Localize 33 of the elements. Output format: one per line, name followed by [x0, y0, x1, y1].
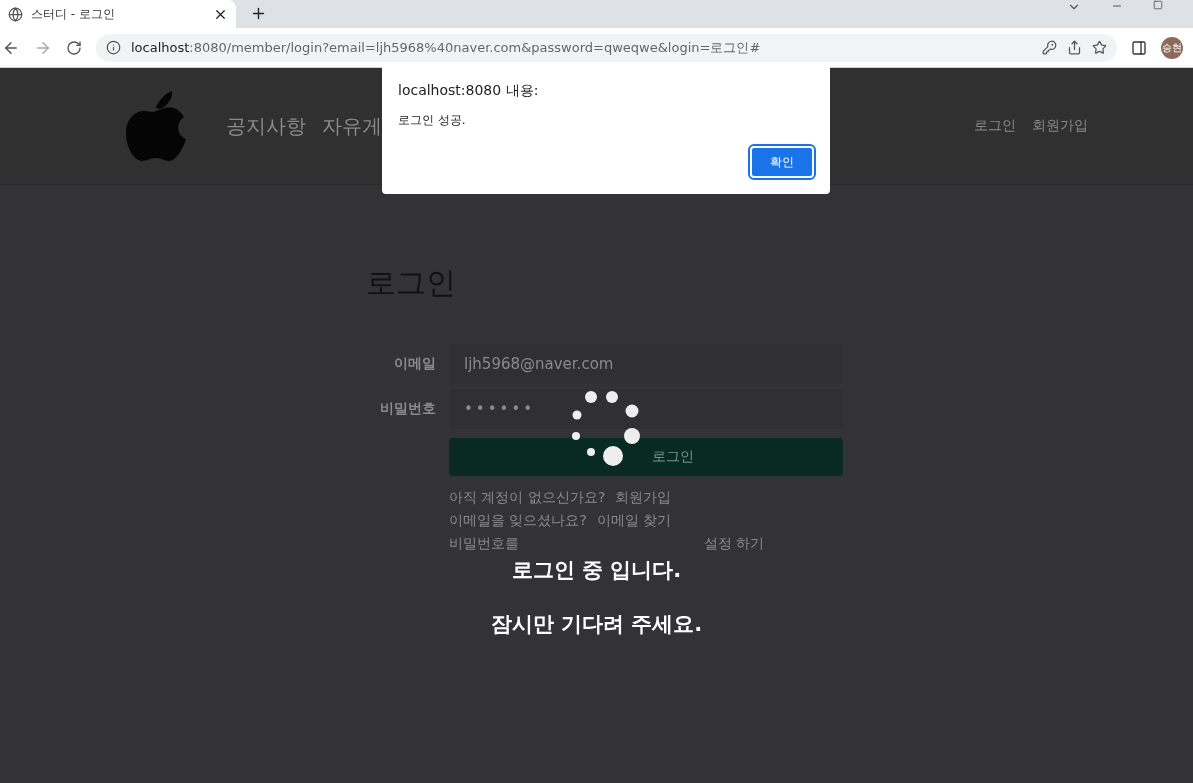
- share-icon[interactable]: [1067, 40, 1082, 55]
- help-link[interactable]: 이메일 찾기: [596, 511, 672, 530]
- header-link[interactable]: 회원가입: [1032, 117, 1088, 135]
- email-field[interactable]: ljh5968@naver.com: [449, 344, 843, 384]
- globe-icon: [8, 6, 23, 22]
- header-link[interactable]: 로그인: [974, 117, 1016, 135]
- loading-message: 로그인 중 입니다.: [511, 557, 682, 584]
- url-text: localhost:8080/member/login?email=ljh5968%40naver.com&password=qweqwe&login=로그인#: [131, 38, 762, 57]
- dialog-message: 로그인 성공.: [398, 112, 467, 129]
- help-link[interactable]: 회원가입: [615, 488, 672, 507]
- field-label: 이메일: [393, 355, 436, 373]
- loading-message: 잠시만 기다려 주세요.: [490, 611, 703, 638]
- help-link[interactable]: 설정 하기: [704, 534, 765, 553]
- reload-icon[interactable]: [66, 39, 82, 56]
- tab-title: 스터디 - 로그인: [31, 5, 116, 23]
- side-panel-icon[interactable]: [1131, 39, 1147, 56]
- nav-link[interactable]: 공지사항: [226, 112, 306, 140]
- nav-link[interactable]: 자유게: [322, 112, 382, 140]
- help-text: 비밀번호를: [449, 534, 519, 553]
- help-text: 이메일을 잊으셨나요?: [449, 511, 587, 530]
- field-label: 비밀번호: [379, 400, 436, 418]
- dialog-title: localhost:8080 내용:: [398, 82, 540, 100]
- confirm-button[interactable]: 확인: [750, 146, 814, 178]
- star-icon[interactable]: [1092, 40, 1107, 55]
- new-tab-icon[interactable]: [250, 5, 267, 22]
- help-text: 아직 계정이 없으신가요?: [449, 488, 606, 507]
- password-field[interactable]: ••••••: [449, 389, 843, 429]
- profile-avatar[interactable]: 승현: [1161, 36, 1183, 59]
- info-icon: [106, 40, 121, 55]
- login-button[interactable]: 로그인: [449, 438, 843, 476]
- address-bar[interactable]: localhost:8080/member/login?email=ljh5968%40naver.com&password=qweqwe&login=로그인#: [96, 33, 1117, 62]
- browser-tab[interactable]: 스터디 - 로그인: [0, 0, 236, 28]
- key-icon[interactable]: [1042, 40, 1057, 55]
